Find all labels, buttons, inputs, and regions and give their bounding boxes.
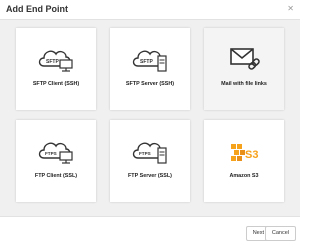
svg-text:FTPS: FTPS: [45, 151, 57, 156]
add-end-point-dialog: Add End Point ✕ SFTP SFTP Client (SSH) S…: [0, 0, 300, 249]
close-icon[interactable]: ✕: [287, 4, 294, 13]
endpoint-label: FTP Client (SSL): [34, 173, 78, 179]
endpoint-label: SFTP Server (SSH): [125, 81, 175, 87]
endpoint-label: SFTP Client (SSH): [32, 81, 80, 87]
endpoint-card-ftp-client[interactable]: FTPS FTP Client (SSL): [16, 120, 96, 202]
sftp-client-icon: SFTP: [36, 46, 76, 72]
endpoint-card-ftp-server[interactable]: FTPS FTP Server (SSL): [110, 120, 190, 202]
dialog-header: Add End Point ✕: [0, 0, 300, 20]
cancel-button[interactable]: Cancel: [264, 226, 296, 241]
endpoint-label: Amazon S3: [229, 173, 259, 179]
endpoint-card-mail-links[interactable]: Mail with file links: [204, 28, 284, 110]
ftps-client-icon: FTPS: [36, 138, 76, 164]
endpoint-grid: SFTP SFTP Client (SSH) SFTP SFTP Server …: [0, 20, 300, 216]
ftps-server-icon: FTPS: [130, 138, 170, 164]
svg-text:FTPS: FTPS: [139, 151, 151, 156]
svg-text:SFTP: SFTP: [140, 59, 153, 65]
dialog-title: Add End Point: [6, 4, 68, 14]
svg-text:S3: S3: [245, 149, 258, 161]
amazon-s3-icon: S3: [224, 138, 264, 164]
mail-link-icon: [224, 46, 264, 72]
endpoint-card-sftp-client[interactable]: SFTP SFTP Client (SSH): [16, 28, 96, 110]
endpoint-label: Mail with file links: [221, 81, 267, 87]
endpoint-label: FTP Server (SSL): [128, 173, 172, 179]
dialog-footer: Next Cancel: [0, 216, 300, 249]
endpoint-card-sftp-server[interactable]: SFTP SFTP Server (SSH): [110, 28, 190, 110]
svg-text:SFTP: SFTP: [46, 59, 59, 65]
endpoint-card-amazon-s3[interactable]: S3 Amazon S3: [204, 120, 284, 202]
sftp-server-icon: SFTP: [130, 46, 170, 72]
